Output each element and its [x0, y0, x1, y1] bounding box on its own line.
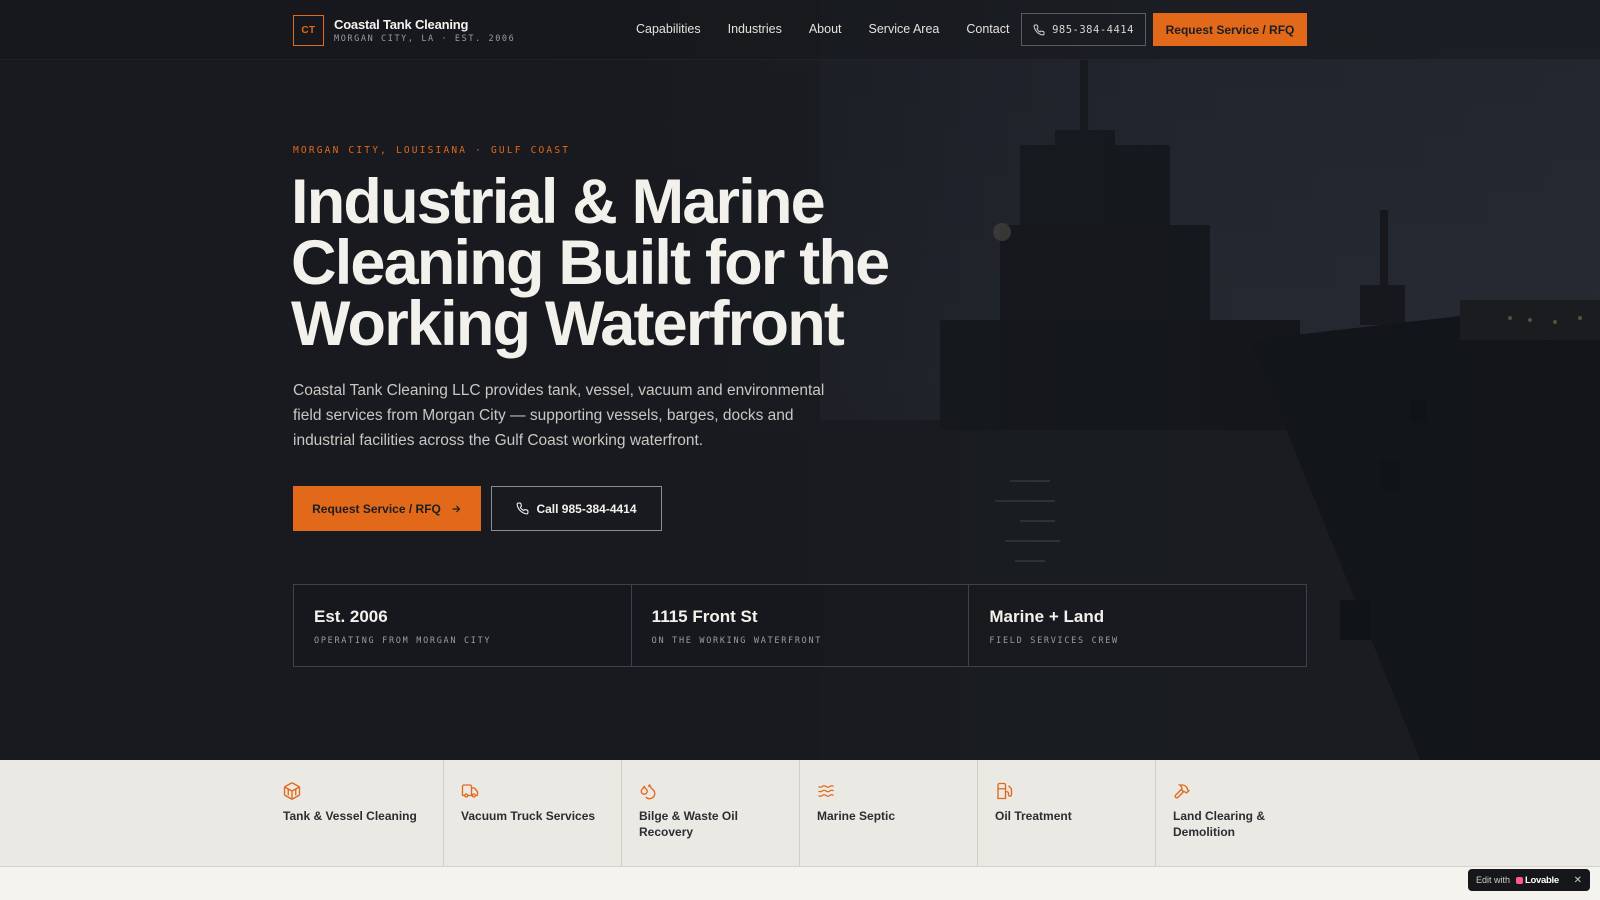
nav-phone-label: 985-384-4414: [1052, 23, 1134, 36]
service-vacuum-truck[interactable]: Vacuum Truck Services: [444, 760, 622, 867]
fuel-icon: [997, 782, 1013, 800]
nav-link-contact[interactable]: Contact: [966, 22, 1009, 36]
waves-icon: [818, 785, 834, 797]
service-marine-septic[interactable]: Marine Septic: [800, 760, 978, 867]
brand-text: Coastal Tank Cleaning MORGAN CITY, LA · …: [334, 17, 515, 44]
hero-lead: Coastal Tank Cleaning LLC provides tank,…: [293, 382, 825, 449]
brand-tagline: MORGAN CITY, LA · EST. 2006: [334, 34, 516, 44]
brand-name: Coastal Tank Cleaning: [334, 17, 469, 32]
stat-established: Est. 2006 OPERATING FROM MORGAN CITY: [294, 585, 632, 666]
stat-title: Est. 2006: [314, 607, 388, 626]
nav-link-capabilities[interactable]: Capabilities: [636, 22, 701, 36]
stat-subtitle: ON THE WORKING WATERFRONT: [651, 636, 823, 646]
services-row: Tank & Vessel Cleaning Vacuum Truck Serv…: [266, 760, 1334, 867]
stat-title: Marine + Land: [989, 607, 1105, 626]
hero-call-button[interactable]: Call 985-384-4414: [491, 486, 662, 531]
nav-phone-button[interactable]: 985-384-4414: [1021, 13, 1146, 46]
service-oil-treatment[interactable]: Oil Treatment: [978, 760, 1156, 867]
badge-brand: Lovable: [1525, 874, 1559, 886]
hero-request-service-button[interactable]: Request Service / RFQ: [293, 486, 481, 531]
next-section-edge: [0, 867, 1600, 900]
container-icon: [283, 782, 301, 800]
nav-request-service-button[interactable]: Request Service / RFQ: [1153, 13, 1307, 46]
stat-subtitle: FIELD SERVICES CREW: [989, 636, 1119, 646]
service-label: Tank & Vessel Cleaning: [283, 809, 417, 823]
phone-icon: [1033, 23, 1045, 35]
hero-eyebrow: MORGAN CITY, LOUISIANA · GULF COAST: [293, 145, 571, 156]
service-label: Bilge & Waste Oil Recovery: [639, 809, 738, 839]
nav-link-about[interactable]: About: [809, 22, 842, 36]
stat-subtitle: OPERATING FROM MORGAN CITY: [314, 636, 492, 646]
edit-with-lovable-badge[interactable]: Edit with Lovable ✕: [1468, 869, 1590, 891]
brand-mark: CT: [293, 15, 324, 46]
stat-address: 1115 Front St ON THE WORKING WATERFRONT: [632, 585, 970, 666]
truck-icon: [461, 784, 479, 798]
nav-links: Capabilities Industries About Service Ar…: [636, 22, 1036, 36]
phone-icon: [517, 502, 529, 515]
nav-link-service-area[interactable]: Service Area: [869, 22, 940, 36]
badge-text: Edit with: [1476, 875, 1511, 885]
service-tank-vessel-cleaning[interactable]: Tank & Vessel Cleaning: [266, 760, 444, 867]
lovable-logo-icon: [1516, 876, 1524, 884]
droplets-icon: [640, 784, 656, 800]
service-land-clearing[interactable]: Land Clearing & Demolition: [1156, 760, 1334, 867]
arrow-right-icon: [452, 505, 461, 512]
hammer-icon: [1174, 784, 1190, 799]
hero-call-label: Call 985-384-4414: [536, 501, 637, 516]
stat-crew: Marine + Land FIELD SERVICES CREW: [969, 585, 1306, 666]
stats-bar: Est. 2006 OPERATING FROM MORGAN CITY 111…: [293, 584, 1307, 667]
service-bilge-waste-oil[interactable]: Bilge & Waste Oil Recovery: [622, 760, 800, 867]
top-navigation: CT Coastal Tank Cleaning MORGAN CITY, LA…: [0, 0, 1600, 60]
hero-headline: Industrial & Marine Cleaning Built for t…: [291, 167, 890, 359]
service-label: Vacuum Truck Services: [461, 809, 596, 823]
service-label: Land Clearing & Demolition: [1173, 809, 1266, 839]
brand-logo[interactable]: CT Coastal Tank Cleaning MORGAN CITY, LA…: [293, 15, 515, 46]
hero-request-service-label: Request Service / RFQ: [312, 501, 441, 516]
services-strip: Tank & Vessel Cleaning Vacuum Truck Serv…: [0, 760, 1600, 867]
nav-link-industries[interactable]: Industries: [728, 22, 782, 36]
service-label: Marine Septic: [817, 809, 896, 823]
service-label: Oil Treatment: [995, 809, 1072, 823]
stat-title: 1115 Front St: [651, 607, 758, 626]
close-icon[interactable]: ✕: [1574, 875, 1582, 886]
